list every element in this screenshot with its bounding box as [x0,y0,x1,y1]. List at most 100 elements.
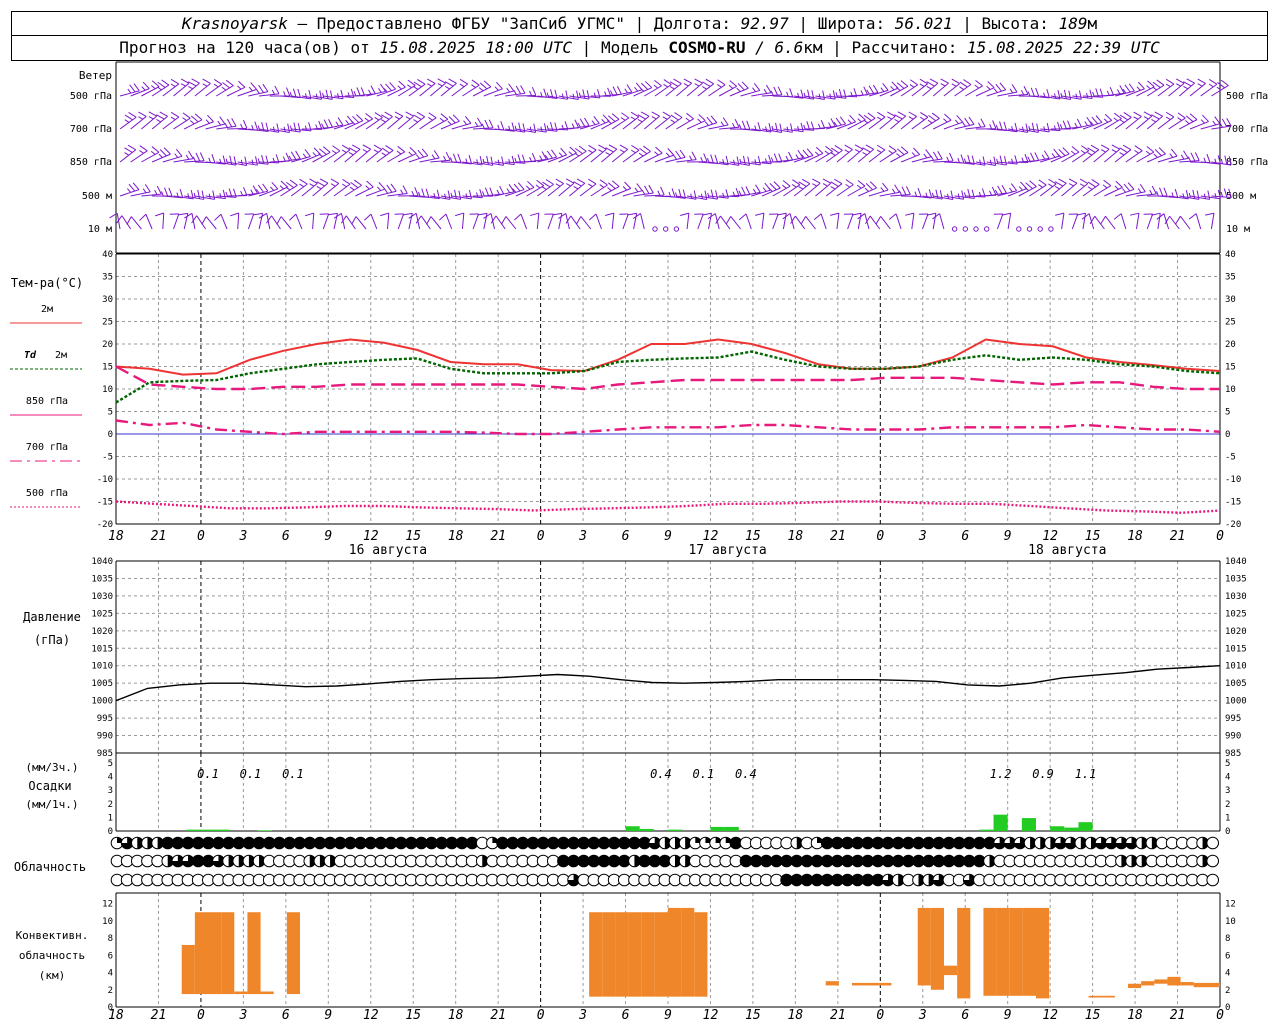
prec-ytick-left: 1 [108,813,113,823]
wind-barb-feather [443,155,447,161]
wind-barb-staff [205,216,217,230]
conv-xtick-label: 15 [405,1008,421,1023]
wind-barb-feather [133,83,140,92]
wind-barb-feather [499,185,505,195]
wind-barb-feather [302,153,307,159]
wind-level-left: 850 гПа [70,157,112,168]
wind-barb-feather [1175,78,1185,84]
wind-barb-feather [350,181,359,189]
wind-barb-feather [365,112,373,120]
wind-barb-feather [909,84,915,88]
wind-barb-feather [440,113,449,120]
wind-barb-feather [1087,152,1093,156]
wind-barb-feather [289,213,297,221]
wind-barb-staff [1210,213,1215,230]
wind-barb-feather [900,146,909,153]
wind-barb-feather [927,119,933,124]
precip-3h-label: 0.1 [240,767,262,781]
cloud-symbol [1206,854,1220,868]
wind-barb-staff [430,216,442,230]
pres-ytick-right: 990 [1225,732,1241,742]
wind-barb-staff [130,216,142,230]
wind-barb-feather [543,123,547,133]
wind-barb-feather [654,79,662,87]
wind-barb-feather [1176,83,1181,87]
wind-barb-feather [151,85,156,90]
wind-barb-feather [679,149,686,158]
wind-barb-feather [335,121,340,127]
wind-barb-feather [1103,118,1109,123]
wind-barb-feather [1091,116,1099,125]
wind-barb-staff [1082,213,1086,230]
wind-barb-feather [144,184,151,193]
wind-barb-feather [641,189,646,195]
prec-ytick-right: 4 [1225,773,1230,783]
temp-ytick-right: 15 [1225,363,1236,373]
wind-barb-feather [351,144,361,150]
temperature-panel: -20 -20-15 -15-10 -10-5 -50 05 510 1015 1520 2025… [10,250,1241,558]
wind-barb-feather [331,150,337,154]
wind-barb-staff [922,213,929,230]
wind-barb-feather [1221,118,1228,127]
convective-bar [694,912,708,997]
convective-bar [286,912,300,995]
wind-barb-feather [413,114,422,120]
wind-barb-staff [825,149,843,163]
wind-barb-feather [932,151,939,160]
wind-barb-feather [459,78,468,85]
wind-barb-feather [742,155,746,165]
temp-xtick-label: 3 [918,529,927,544]
wind-barb-staff [1018,186,1037,197]
wind-barb-feather [208,157,211,163]
convective-bar [957,907,971,999]
wind-barb-feather [574,152,580,157]
wind-barb-feather [353,91,357,97]
wind-barb-feather [736,156,740,166]
wind-barb-feather [894,118,900,123]
wind-barb-feather [844,144,853,150]
wind-barb-feather [790,123,793,133]
wind-barb-feather [825,145,833,153]
wind-barb-feather [1055,212,1065,216]
convective-bar [1154,979,1168,984]
wind-barb-feather [591,120,596,125]
wind-barb-feather [539,155,543,161]
wind-barb-feather [124,147,133,153]
wind-barb-feather [212,190,216,200]
temp-ytick-left: 40 [102,250,113,260]
temp-xtick-label: 15 [405,529,421,544]
wind-barb-feather [608,182,616,190]
wind-barb-feather [575,216,582,225]
wind-barb-feather [450,192,453,199]
wind-barb-staff [697,213,704,230]
wind-barb-feather [702,212,712,216]
precip-bar [186,829,201,831]
wind-barb-feather [1123,183,1131,192]
convective-bar [1128,983,1142,989]
temp-ytick-right: 10 [1225,385,1236,395]
wind-barb-feather [908,111,917,117]
wind-barb-feather [843,89,847,99]
wind-barb-feather [1070,150,1076,155]
wind-barb-feather [830,181,839,187]
wind-barb-feather [1111,144,1121,150]
wind-barb-feather [926,81,935,87]
wind-barb-feather [847,119,852,124]
wind-barb-staff [370,213,378,230]
wind-barb-feather [1220,158,1223,164]
wind-barb-feather [960,154,965,164]
wind-barb-feather [710,189,714,199]
wind-barb-staff [196,215,207,230]
temp-xtick-label: 18 [448,529,464,544]
wind-barb-feather [999,155,1003,165]
wind-barb-feather [243,187,248,196]
wind-barb-staff [1007,213,1012,230]
wind-barb-feather [710,154,714,164]
wind-barb-feather [765,84,772,93]
wind-barb-feather [1182,193,1185,199]
wind-barb-feather [500,121,505,130]
wind-barb-feather [213,79,223,85]
convective-bar [1180,982,1194,986]
wind-barb-feather [951,83,957,87]
wind-barb-feather [722,159,725,165]
